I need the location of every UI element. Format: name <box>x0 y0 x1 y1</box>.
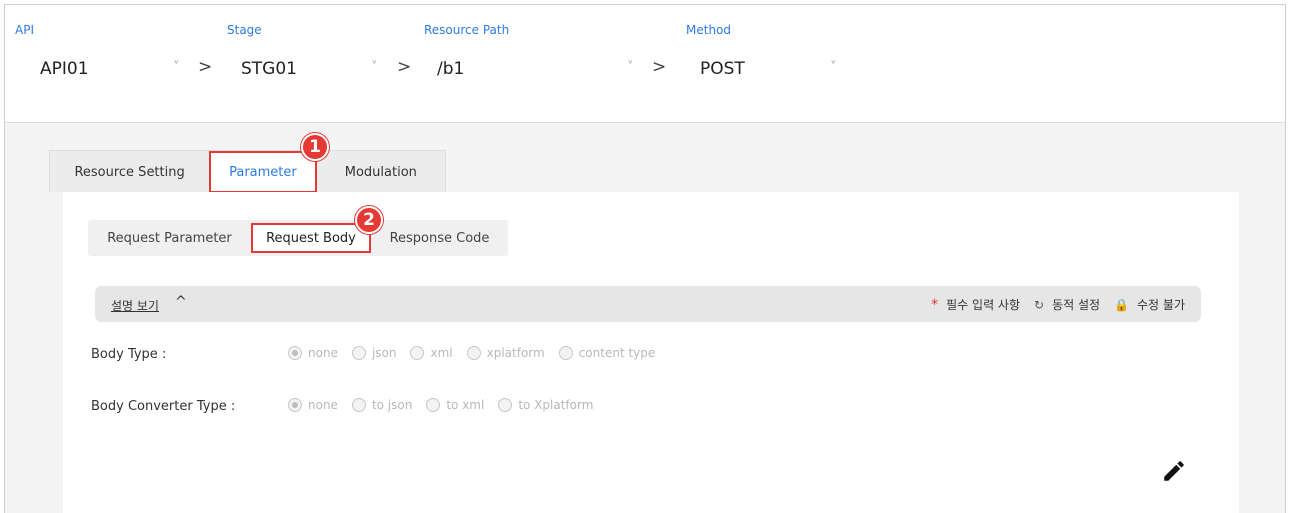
api-value[interactable]: API01 <box>40 59 89 79</box>
dynamic-label: 동적 설정 <box>1052 298 1101 312</box>
app-frame: API API01 ˅ > Stage STG01 ˅ > Resource P… <box>4 4 1286 513</box>
radio-xml[interactable]: xml <box>410 346 453 360</box>
radio-json[interactable]: json <box>351 346 397 360</box>
tab-modulation[interactable]: Modulation <box>317 151 445 193</box>
radio-label: to json <box>371 398 413 412</box>
sub-tabs: Request Parameter Request Body Response … <box>88 220 508 256</box>
locked-label: 수정 불가 <box>1137 298 1185 312</box>
chevron-down-icon[interactable]: ˅ <box>173 60 180 75</box>
chevron-down-icon[interactable]: ˅ <box>830 60 837 75</box>
required-label: 필수 입력 사항 <box>946 298 1021 312</box>
pencil-icon[interactable] <box>1161 458 1187 484</box>
radio-dot[interactable] <box>558 346 573 360</box>
radio-label: content type <box>578 346 656 360</box>
refresh-icon: ↻ <box>1034 297 1045 312</box>
radio-label: to xml <box>446 398 485 412</box>
chevron-up-icon[interactable]: ^ <box>175 294 187 310</box>
radio-none[interactable]: none <box>288 398 338 412</box>
subtab-request-parameter[interactable]: Request Parameter <box>88 220 251 256</box>
radio-none[interactable]: none <box>288 346 338 360</box>
chevron-down-icon[interactable]: ˅ <box>371 60 378 75</box>
radio-label: none <box>308 346 338 360</box>
radio-label: xplatform <box>486 346 545 360</box>
annotation-badge-2: 2 <box>355 206 383 234</box>
selector-bar: API API01 ˅ > Stage STG01 ˅ > Resource P… <box>5 5 1285 123</box>
radio-dot[interactable] <box>410 346 425 360</box>
radio-dot[interactable] <box>466 346 481 360</box>
content-area: Resource Setting Parameter Modulation 1 … <box>5 123 1285 513</box>
stage-value[interactable]: STG01 <box>241 59 297 79</box>
tab-parameter[interactable]: Parameter <box>209 151 317 193</box>
chevron-right-icon: > <box>198 57 213 77</box>
lock-icon: 🔒 <box>1114 297 1130 312</box>
api-label: API <box>15 23 34 37</box>
resource-path-label: Resource Path <box>424 23 510 37</box>
tab-resource-setting[interactable]: Resource Setting <box>50 151 209 193</box>
method-value[interactable]: POST <box>700 59 745 79</box>
radio-label: json <box>371 346 397 360</box>
chevron-down-icon[interactable]: ˅ <box>627 60 634 75</box>
annotation-badge-1: 1 <box>301 133 329 161</box>
main-tabs: Resource Setting Parameter Modulation <box>49 150 446 193</box>
radio-dot[interactable] <box>288 346 302 360</box>
body-converter-type-radio-group: none to json to xml to Xplatform <box>288 398 607 412</box>
radio-dot[interactable] <box>426 398 441 412</box>
method-label: Method <box>686 23 732 37</box>
radio-label: to Xplatform <box>518 398 594 412</box>
radio-label: none <box>308 398 338 412</box>
description-bar: 설명 보기 ^ * 필수 입력 사항 ↻ 동적 설정 🔒 수정 불가 <box>95 286 1201 322</box>
chevron-right-icon: > <box>652 57 667 77</box>
subtab-response-code[interactable]: Response Code <box>371 220 508 256</box>
radio-xplatform[interactable]: xplatform <box>466 346 545 360</box>
body-type-radio-group: none json xml xplatform content type <box>288 346 669 360</box>
radio-to-xplatform[interactable]: to Xplatform <box>498 398 593 412</box>
legend: * 필수 입력 사항 ↻ 동적 설정 🔒 수정 불가 <box>931 296 1185 313</box>
body-converter-type-label: Body Converter Type : <box>91 399 236 414</box>
radio-content-type[interactable]: content type <box>558 346 656 360</box>
radio-to-xml[interactable]: to xml <box>426 398 484 412</box>
parameter-panel: Request Parameter Request Body Response … <box>63 192 1239 513</box>
resource-path-value[interactable]: /b1 <box>437 59 464 79</box>
radio-to-json[interactable]: to json <box>351 398 413 412</box>
required-icon: * <box>931 296 939 313</box>
subtab-request-body[interactable]: Request Body <box>251 223 371 253</box>
radio-dot[interactable] <box>288 398 302 412</box>
radio-dot[interactable] <box>498 398 513 412</box>
description-toggle[interactable]: 설명 보기 <box>111 297 159 314</box>
body-type-label: Body Type : <box>91 347 167 362</box>
chevron-right-icon: > <box>397 57 412 77</box>
radio-dot[interactable] <box>351 398 366 412</box>
stage-label: Stage <box>227 23 262 37</box>
radio-label: xml <box>430 346 453 360</box>
radio-dot[interactable] <box>351 346 366 360</box>
